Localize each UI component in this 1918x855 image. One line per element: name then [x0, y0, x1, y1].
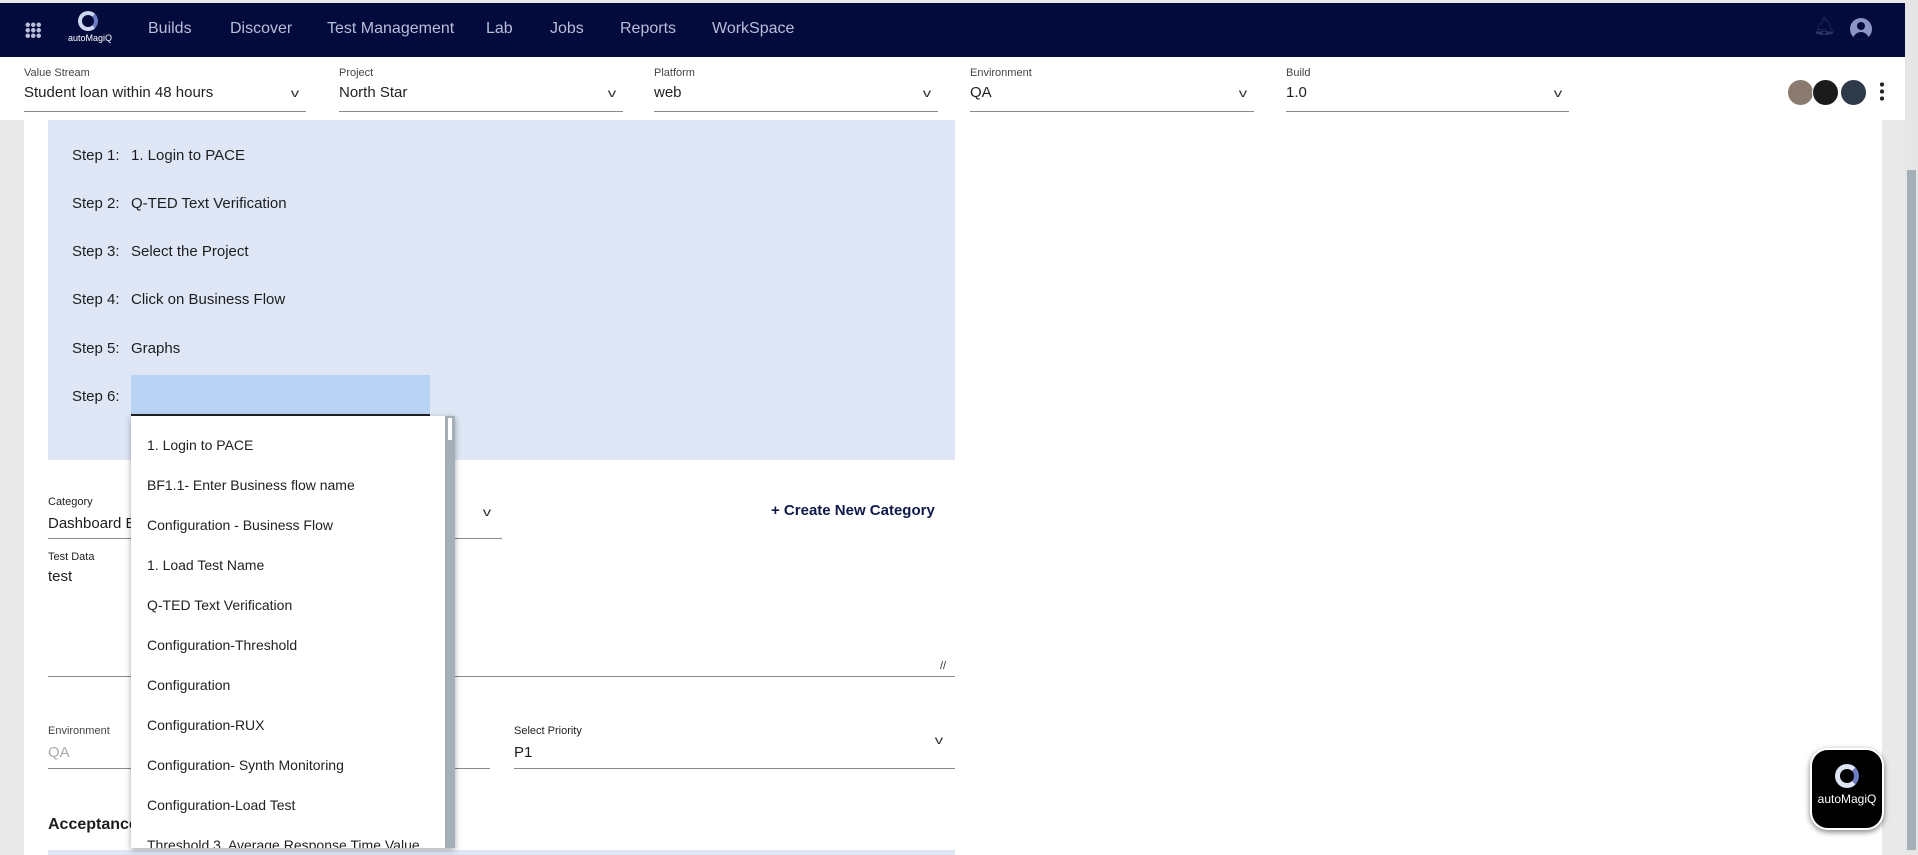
step-value: Q-TED Text Verification	[131, 195, 287, 212]
step-value: Select the Project	[131, 243, 249, 260]
field-value: Student loan within 48 hours	[24, 84, 214, 101]
filter-bar: Value Stream Student loan within 48 hours…	[0, 57, 1905, 120]
value-stream-select[interactable]: Value Stream Student loan within 48 hours…	[24, 57, 306, 112]
chevron-down-icon[interactable]: v	[935, 733, 943, 747]
apps-grid-icon[interactable]	[25, 22, 41, 38]
nav-jobs[interactable]: Jobs	[550, 20, 584, 38]
platform-select[interactable]: Platform web v	[654, 57, 938, 112]
field-label: Platform	[654, 67, 695, 79]
nav-workspace[interactable]: WorkSpace	[712, 20, 794, 38]
chevron-down-icon: v	[290, 86, 300, 100]
environment-label: Environment	[48, 725, 110, 737]
field-label: Project	[339, 67, 374, 79]
logo-icon	[78, 11, 98, 31]
bell-icon[interactable]: 🔔︎	[1813, 16, 1836, 37]
step-label: Step 3:	[72, 243, 120, 260]
step-value: Graphs	[131, 340, 181, 357]
step-value: Click on Business Flow	[131, 291, 286, 308]
acceptance-heading: Acceptance	[48, 816, 138, 833]
dropdown-option[interactable]: Configuration-Threshold	[147, 637, 297, 653]
project-select[interactable]: Project North Star v	[339, 57, 623, 112]
dropdown-option[interactable]: Configuration- Synth Monitoring	[147, 757, 344, 773]
more-vertical-icon[interactable]	[1880, 81, 1884, 101]
nav-test-management[interactable]: Test Management	[327, 20, 454, 38]
dropdown-option[interactable]: Configuration - Business Flow	[147, 517, 333, 533]
nav-reports[interactable]: Reports	[620, 20, 676, 38]
dropdown-option[interactable]: BF1.1- Enter Business flow name	[147, 477, 355, 493]
avatar[interactable]	[1812, 79, 1839, 106]
brand-name: autoMagiQ	[1817, 792, 1877, 806]
dropdown-option[interactable]: 1. Login to PACE	[147, 437, 253, 453]
field-value: web	[654, 84, 682, 101]
avatar[interactable]	[1840, 79, 1867, 106]
field-label: Environment	[970, 67, 1032, 79]
step-label: Step 5:	[72, 340, 120, 357]
brand-name: autoMagiQ	[68, 33, 113, 43]
priority-label: Select Priority	[514, 725, 582, 737]
category-label: Category	[48, 496, 93, 508]
step-options-dropdown: 1. Login to PACE BF1.1- Enter Business f…	[131, 416, 455, 848]
chevron-down-icon[interactable]: v	[483, 505, 491, 519]
step-label: Step 6:	[72, 388, 120, 405]
nav-lab[interactable]: Lab	[486, 20, 513, 38]
page-scrollbar[interactable]	[1905, 0, 1918, 855]
steps-panel: Step 1: 1. Login to PACE Step 2: Q-TED Tex…	[48, 120, 955, 460]
user-account-icon[interactable]	[1850, 18, 1872, 40]
chevron-down-icon: v	[1238, 86, 1248, 100]
dropdown-option[interactable]: Q-TED Text Verification	[147, 597, 292, 613]
field-value: 1.0	[1286, 84, 1307, 101]
resize-handle-icon[interactable]: //	[940, 660, 946, 672]
logo-icon	[1835, 764, 1859, 788]
dropdown-option[interactable]: Threshold 3. Average Response Time Value	[147, 837, 420, 848]
acceptance-panel	[48, 850, 955, 855]
environment-select[interactable]: Environment QA v	[970, 57, 1254, 112]
automagiq-assistant-button[interactable]: autoMagiQ	[1810, 748, 1884, 830]
step-6-input[interactable]	[131, 375, 430, 416]
nav-builds[interactable]: Builds	[148, 20, 192, 38]
priority-select[interactable]: P1	[514, 744, 532, 761]
step-label: Step 1:	[72, 147, 120, 164]
top-navbar: autoMagiQ Builds Discover Test Managemen…	[0, 3, 1905, 57]
chevron-down-icon: v	[922, 86, 932, 100]
test-data-label: Test Data	[48, 551, 95, 563]
step-value: 1. Login to PACE	[131, 147, 245, 164]
field-label: Build	[1286, 67, 1311, 79]
dropdown-scrollbar[interactable]	[445, 416, 455, 848]
chevron-down-icon: v	[1553, 86, 1563, 100]
environment-value: QA	[48, 744, 70, 761]
dropdown-option[interactable]: Configuration-RUX	[147, 717, 265, 733]
avatar[interactable]	[1787, 79, 1814, 106]
dropdown-option[interactable]: 1. Load Test Name	[147, 557, 264, 573]
create-new-category-button[interactable]: + Create New Category	[771, 502, 935, 519]
field-value: QA	[970, 84, 992, 101]
dropdown-option[interactable]: Configuration-Load Test	[147, 797, 295, 813]
brand-logo[interactable]: autoMagiQ	[68, 11, 113, 53]
category-value[interactable]: Dashboard E	[48, 515, 136, 532]
step-label: Step 2:	[72, 195, 120, 212]
chevron-down-icon: v	[607, 86, 617, 100]
dropdown-option[interactable]: Configuration	[147, 677, 230, 693]
build-select[interactable]: Build 1.0 v	[1286, 57, 1569, 112]
field-value: North Star	[339, 84, 408, 101]
test-data-textarea[interactable]: test	[48, 568, 72, 585]
step-label: Step 4:	[72, 291, 120, 308]
nav-discover[interactable]: Discover	[230, 20, 292, 38]
field-label: Value Stream	[24, 67, 90, 79]
